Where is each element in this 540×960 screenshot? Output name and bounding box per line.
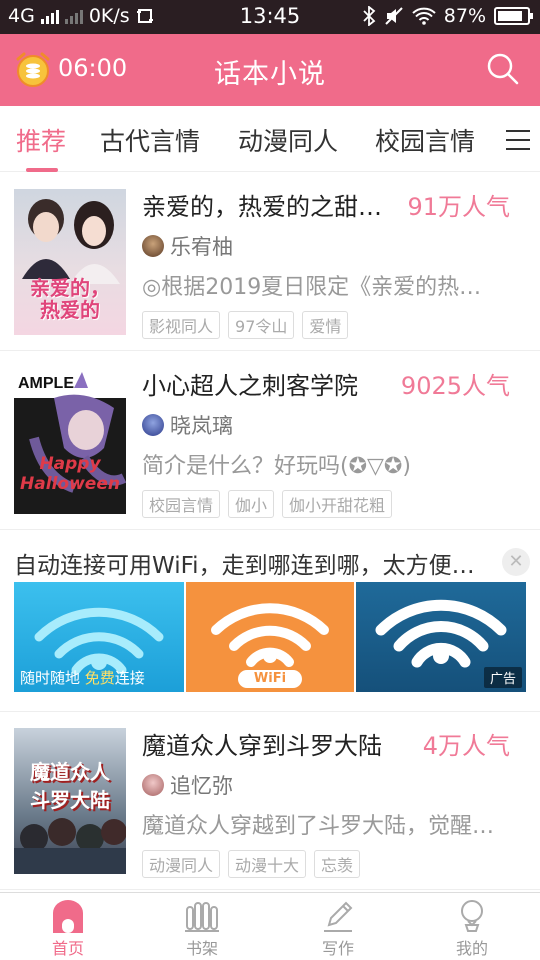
book-tags: 动漫同人 动漫十大 忘羡 bbox=[142, 850, 361, 878]
book-tags: 影视同人 97令山 爱情 bbox=[142, 311, 349, 339]
book-title: 亲爱的，热爱的之甜… bbox=[142, 193, 382, 221]
pen-icon bbox=[324, 901, 353, 932]
book-description: 魔道众人穿越到了斗罗大陆，觉醒… bbox=[142, 814, 495, 839]
book-title: 小心超人之刺客学院 bbox=[142, 372, 358, 400]
book-cover-title: Happy Halloween bbox=[20, 454, 120, 494]
avatar bbox=[142, 235, 164, 257]
app-title: 话本小说 bbox=[214, 59, 326, 90]
app-header: 06:00 话本小说 bbox=[0, 34, 540, 106]
ad-badge: 广告 bbox=[483, 667, 522, 688]
book-author: 晓岚璃 bbox=[142, 410, 233, 440]
book-cover: AMPLE Happy Halloween bbox=[14, 368, 126, 514]
book-tag[interactable]: 影视同人 bbox=[142, 311, 221, 339]
avatar bbox=[142, 774, 164, 796]
nav-write-label: 写作 bbox=[321, 939, 354, 958]
profile-icon bbox=[461, 900, 483, 932]
ad-image: 广告 bbox=[356, 582, 526, 692]
book-popularity: 4万人气 bbox=[422, 732, 510, 760]
book-tag[interactable]: 校园言情 bbox=[142, 490, 221, 518]
author-name: 晓岚璃 bbox=[170, 414, 233, 438]
bottom-nav: 首页 书架 写作 我的 bbox=[0, 892, 540, 960]
ad-caption: 随时随地 免费连接 bbox=[20, 669, 145, 687]
book-tag[interactable]: 爱情 bbox=[302, 311, 349, 339]
book-tag[interactable]: 97令山 bbox=[228, 311, 295, 339]
book-author: 乐宥柚 bbox=[142, 231, 233, 261]
nav-write[interactable]: 写作 bbox=[298, 899, 378, 959]
author-name: 乐宥柚 bbox=[170, 235, 233, 259]
ad-text: 自动连接可用WiFi，走到哪连到哪，太方便… bbox=[14, 553, 475, 579]
book-item[interactable]: AMPLE Happy Halloween 小心超人之刺客学院 9025人气 晓… bbox=[0, 352, 540, 530]
svg-text:AMPLE: AMPLE bbox=[18, 375, 74, 392]
nav-bookshelf-label: 书架 bbox=[185, 939, 218, 958]
book-author: 追忆弥 bbox=[142, 770, 233, 800]
book-description: 简介是什么？好玩吗(✪▽✪) bbox=[142, 454, 411, 479]
close-icon[interactable]: ✕ bbox=[502, 548, 530, 576]
book-cover: 亲爱的，热爱的 bbox=[14, 189, 126, 335]
book-tag[interactable]: 伽小开甜花粗 bbox=[282, 490, 393, 518]
menu-icon[interactable] bbox=[506, 130, 530, 150]
avatar bbox=[142, 414, 164, 436]
book-tag[interactable]: 伽小 bbox=[228, 490, 275, 518]
status-bar: 4G 0K/s 13:45 87% bbox=[0, 0, 540, 34]
book-tag[interactable]: 动漫同人 bbox=[142, 850, 221, 878]
battery-icon bbox=[494, 7, 533, 25]
nav-profile[interactable]: 我的 bbox=[432, 899, 512, 959]
book-popularity: 91万人气 bbox=[407, 193, 510, 221]
nav-home-label: 首页 bbox=[51, 939, 84, 958]
book-cover: 魔道众人 斗罗大陆 bbox=[14, 728, 126, 874]
ad-image: 随时随地 免费连接 bbox=[14, 582, 184, 692]
book-tags: 校园言情 伽小 伽小开甜花粗 bbox=[142, 490, 393, 518]
tab-anime-fanfic[interactable]: 动漫同人 bbox=[238, 122, 338, 158]
ad-image: WiFi bbox=[186, 582, 354, 692]
book-popularity: 9025人气 bbox=[400, 372, 510, 400]
active-tab-indicator bbox=[26, 168, 58, 172]
category-tabs: 推荐 古代言情 动漫同人 校园言情 bbox=[0, 106, 540, 172]
ad-banner[interactable]: 自动连接可用WiFi，走到哪连到哪，太方便… ✕ 随时随地 免费连接 WiFi … bbox=[0, 532, 540, 712]
bookshelf-icon bbox=[185, 902, 219, 932]
book-cover-title: 亲爱的，热爱的 bbox=[30, 276, 110, 322]
search-icon[interactable] bbox=[486, 52, 520, 86]
book-cover-title: 魔道众人 斗罗大陆 bbox=[30, 760, 110, 812]
mute-icon bbox=[385, 7, 403, 25]
book-item[interactable]: 魔道众人 斗罗大陆 魔道众人穿到斗罗大陆 4万人气 追忆弥 魔道众人穿越到了斗罗… bbox=[0, 712, 540, 890]
nav-profile-label: 我的 bbox=[455, 939, 488, 958]
book-description: ◎根据2019夏日限定《亲爱的热… bbox=[142, 275, 482, 300]
nav-bookshelf[interactable]: 书架 bbox=[162, 899, 242, 959]
tab-campus-romance[interactable]: 校园言情 bbox=[375, 122, 475, 158]
battery-percent: 87% bbox=[443, 5, 486, 27]
bluetooth-icon bbox=[363, 6, 376, 26]
tab-recommended[interactable]: 推荐 bbox=[16, 122, 66, 158]
tab-ancient-romance[interactable]: 古代言情 bbox=[100, 122, 200, 158]
home-icon bbox=[53, 900, 83, 933]
wifi-status-icon bbox=[412, 7, 436, 25]
author-name: 追忆弥 bbox=[170, 774, 233, 798]
book-item[interactable]: 亲爱的，热爱的 亲爱的，热爱的之甜… 91万人气 乐宥柚 ◎根据2019夏日限定… bbox=[0, 173, 540, 351]
book-title: 魔道众人穿到斗罗大陆 bbox=[142, 732, 382, 760]
book-tag[interactable]: 忘羡 bbox=[314, 850, 361, 878]
nav-home[interactable]: 首页 bbox=[28, 899, 108, 959]
book-tag[interactable]: 动漫十大 bbox=[228, 850, 307, 878]
wifi-label: WiFi bbox=[253, 671, 287, 686]
